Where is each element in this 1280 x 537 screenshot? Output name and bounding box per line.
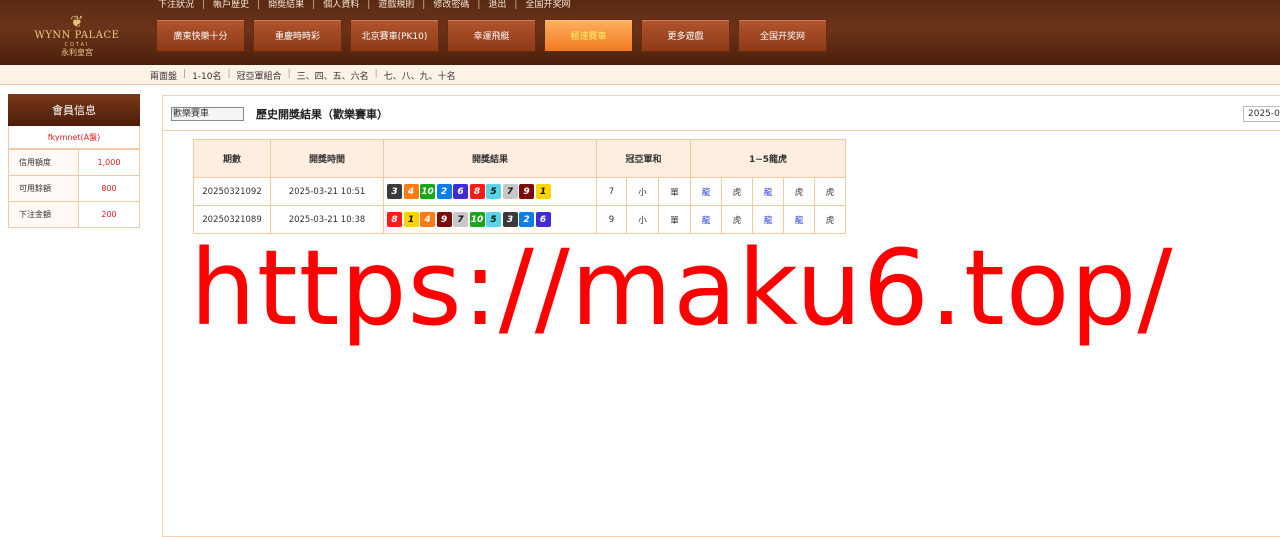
nav-button[interactable]: 更多遊戲 bbox=[641, 19, 730, 52]
member-row-label: 下注金額 bbox=[8, 201, 79, 228]
member-account: fkymnet(A盤) bbox=[8, 126, 140, 149]
dragon-tiger-cell: 龍 bbox=[690, 177, 722, 206]
header-draw-result: 開獎結果 bbox=[383, 139, 597, 178]
number-ball: 3 bbox=[387, 184, 402, 199]
number-ball: 10 bbox=[420, 184, 435, 199]
dragon-tiger-cell: 龍 bbox=[752, 177, 784, 206]
top-link[interactable]: 修改密碼 bbox=[425, 0, 477, 12]
table-row: 20250321092 2025-03-21 10:51 3 4 10 2 6 8 5 7 9 1 7 小… bbox=[193, 177, 846, 206]
number-ball: 9 bbox=[436, 212, 452, 227]
nav-button[interactable]: 極速賽車 bbox=[544, 19, 633, 52]
size-cell: 小 bbox=[626, 177, 659, 206]
number-ball: 7 bbox=[502, 184, 518, 199]
number-ball: 6 bbox=[453, 184, 468, 199]
top-link[interactable]: 帳戶歷史 bbox=[205, 0, 257, 12]
balls-cell: 3 4 10 2 6 8 5 7 9 1 bbox=[383, 177, 597, 206]
member-row: 信用額度 1,000 bbox=[8, 149, 140, 176]
top-link[interactable]: 遊戲規則 bbox=[370, 0, 422, 12]
header-sum: 冠亞軍和 bbox=[596, 139, 691, 178]
game-select[interactable]: 歡樂賽車 bbox=[171, 107, 244, 121]
crest-icon: ❦ bbox=[70, 12, 84, 31]
member-info-title: 會員信息 bbox=[8, 94, 140, 126]
game-nav: 廣東快樂十分 重慶時時彩 北京賽車(PK10) 幸運飛艇 極速賽車 更多遊戲 全国开奖网 bbox=[156, 19, 835, 52]
nav-button[interactable]: 北京賽車(PK10) bbox=[350, 19, 439, 52]
sub-nav-item[interactable]: 冠亞軍組合 bbox=[231, 69, 288, 82]
dragon-tiger-cell: 虎 bbox=[721, 177, 753, 206]
period-cell: 20250321092 bbox=[193, 177, 271, 206]
member-row-value: 800 bbox=[78, 175, 140, 202]
number-ball: 9 bbox=[519, 184, 534, 199]
header-period: 期數 bbox=[193, 139, 271, 178]
member-row-label: 可用餘額 bbox=[8, 175, 79, 202]
nav-button[interactable]: 廣東快樂十分 bbox=[156, 19, 245, 52]
watermark-url: https://maku6.top/ bbox=[190, 227, 1174, 349]
date-input[interactable]: 2025-03-21 bbox=[1243, 106, 1280, 122]
wynn-palace-logo: ❦ WYNN PALACE COTAI 永利皇宮 bbox=[28, 14, 126, 60]
sub-nav-item[interactable]: 1-10名 bbox=[186, 69, 227, 82]
number-ball: 6 bbox=[535, 212, 551, 227]
member-info-panel: 會員信息 fkymnet(A盤) 信用額度 1,000 可用餘額 800 下注金額 200 bbox=[8, 94, 140, 228]
results-table: 期數 開獎時間 開獎結果 冠亞軍和 1~5龍虎 20250321092 2025-… bbox=[193, 139, 846, 234]
number-ball: 8 bbox=[387, 212, 402, 227]
top-links: 下注狀況 | 帳戶歷史 | 開獎結果 | 個人資料 | 遊戲規則 | 修改密碼 | 退出 | 全国开奖网 bbox=[150, 0, 578, 12]
sub-nav: 兩面盤 | 1-10名 | 冠亞軍組合 | 三、四、五、六名 | 七、八、九、十名 bbox=[0, 65, 1280, 85]
member-row: 可用餘額 800 bbox=[8, 175, 140, 202]
number-ball: 10 bbox=[469, 212, 485, 227]
logo-brand: WYNN PALACE bbox=[34, 30, 120, 41]
page-title: 歷史開獎結果（歡樂賽車） bbox=[256, 108, 388, 121]
number-ball: 5 bbox=[486, 184, 501, 199]
dragon-tiger-cell: 虎 bbox=[814, 177, 846, 206]
header-dragon-tiger: 1~5龍虎 bbox=[690, 139, 846, 178]
member-row-label: 信用額度 bbox=[8, 149, 79, 176]
top-link[interactable]: 下注狀況 bbox=[150, 0, 202, 12]
sub-nav-item[interactable]: 兩面盤 bbox=[150, 69, 183, 82]
number-ball: 2 bbox=[519, 212, 534, 227]
top-link[interactable]: 退出 bbox=[480, 0, 514, 12]
number-ball: 4 bbox=[420, 212, 435, 227]
number-ball: 2 bbox=[436, 184, 452, 199]
nav-button[interactable]: 全国开奖网 bbox=[738, 19, 827, 52]
top-link[interactable]: 開獎結果 bbox=[260, 0, 312, 12]
number-ball: 4 bbox=[403, 184, 419, 199]
header-draw-time: 開獎時間 bbox=[270, 139, 384, 178]
member-row-value: 1,000 bbox=[78, 149, 140, 176]
time-cell: 2025-03-21 10:51 bbox=[270, 177, 384, 206]
sum-cell: 7 bbox=[596, 177, 627, 206]
number-ball: 3 bbox=[502, 212, 518, 227]
logo-cn: 永利皇宮 bbox=[61, 48, 93, 57]
number-ball: 7 bbox=[453, 212, 468, 227]
number-ball: 1 bbox=[535, 184, 551, 199]
dragon-tiger-cell: 虎 bbox=[783, 177, 815, 206]
sub-nav-item[interactable]: 三、四、五、六名 bbox=[291, 69, 375, 82]
nav-button[interactable]: 重慶時時彩 bbox=[253, 19, 342, 52]
number-ball: 8 bbox=[469, 184, 485, 199]
member-row-value: 200 bbox=[78, 201, 140, 228]
results-title-bar: 歡樂賽車 歷史開獎結果（歡樂賽車） 2025-03-21 bbox=[163, 96, 1280, 131]
number-ball: 5 bbox=[486, 212, 501, 227]
top-link[interactable]: 全国开奖网 bbox=[517, 0, 578, 12]
parity-cell: 單 bbox=[658, 177, 691, 206]
sub-nav-item[interactable]: 七、八、九、十名 bbox=[378, 69, 462, 82]
member-info-table: 信用額度 1,000 可用餘額 800 下注金額 200 bbox=[8, 149, 140, 228]
top-link[interactable]: 個人資料 bbox=[315, 0, 367, 12]
top-header: 下注狀況 | 帳戶歷史 | 開獎結果 | 個人資料 | 遊戲規則 | 修改密碼 | 退出 | 全国开奖网 ❦… bbox=[0, 0, 1280, 65]
member-row: 下注金額 200 bbox=[8, 201, 140, 228]
number-ball: 1 bbox=[403, 212, 419, 227]
nav-button[interactable]: 幸運飛艇 bbox=[447, 19, 536, 52]
